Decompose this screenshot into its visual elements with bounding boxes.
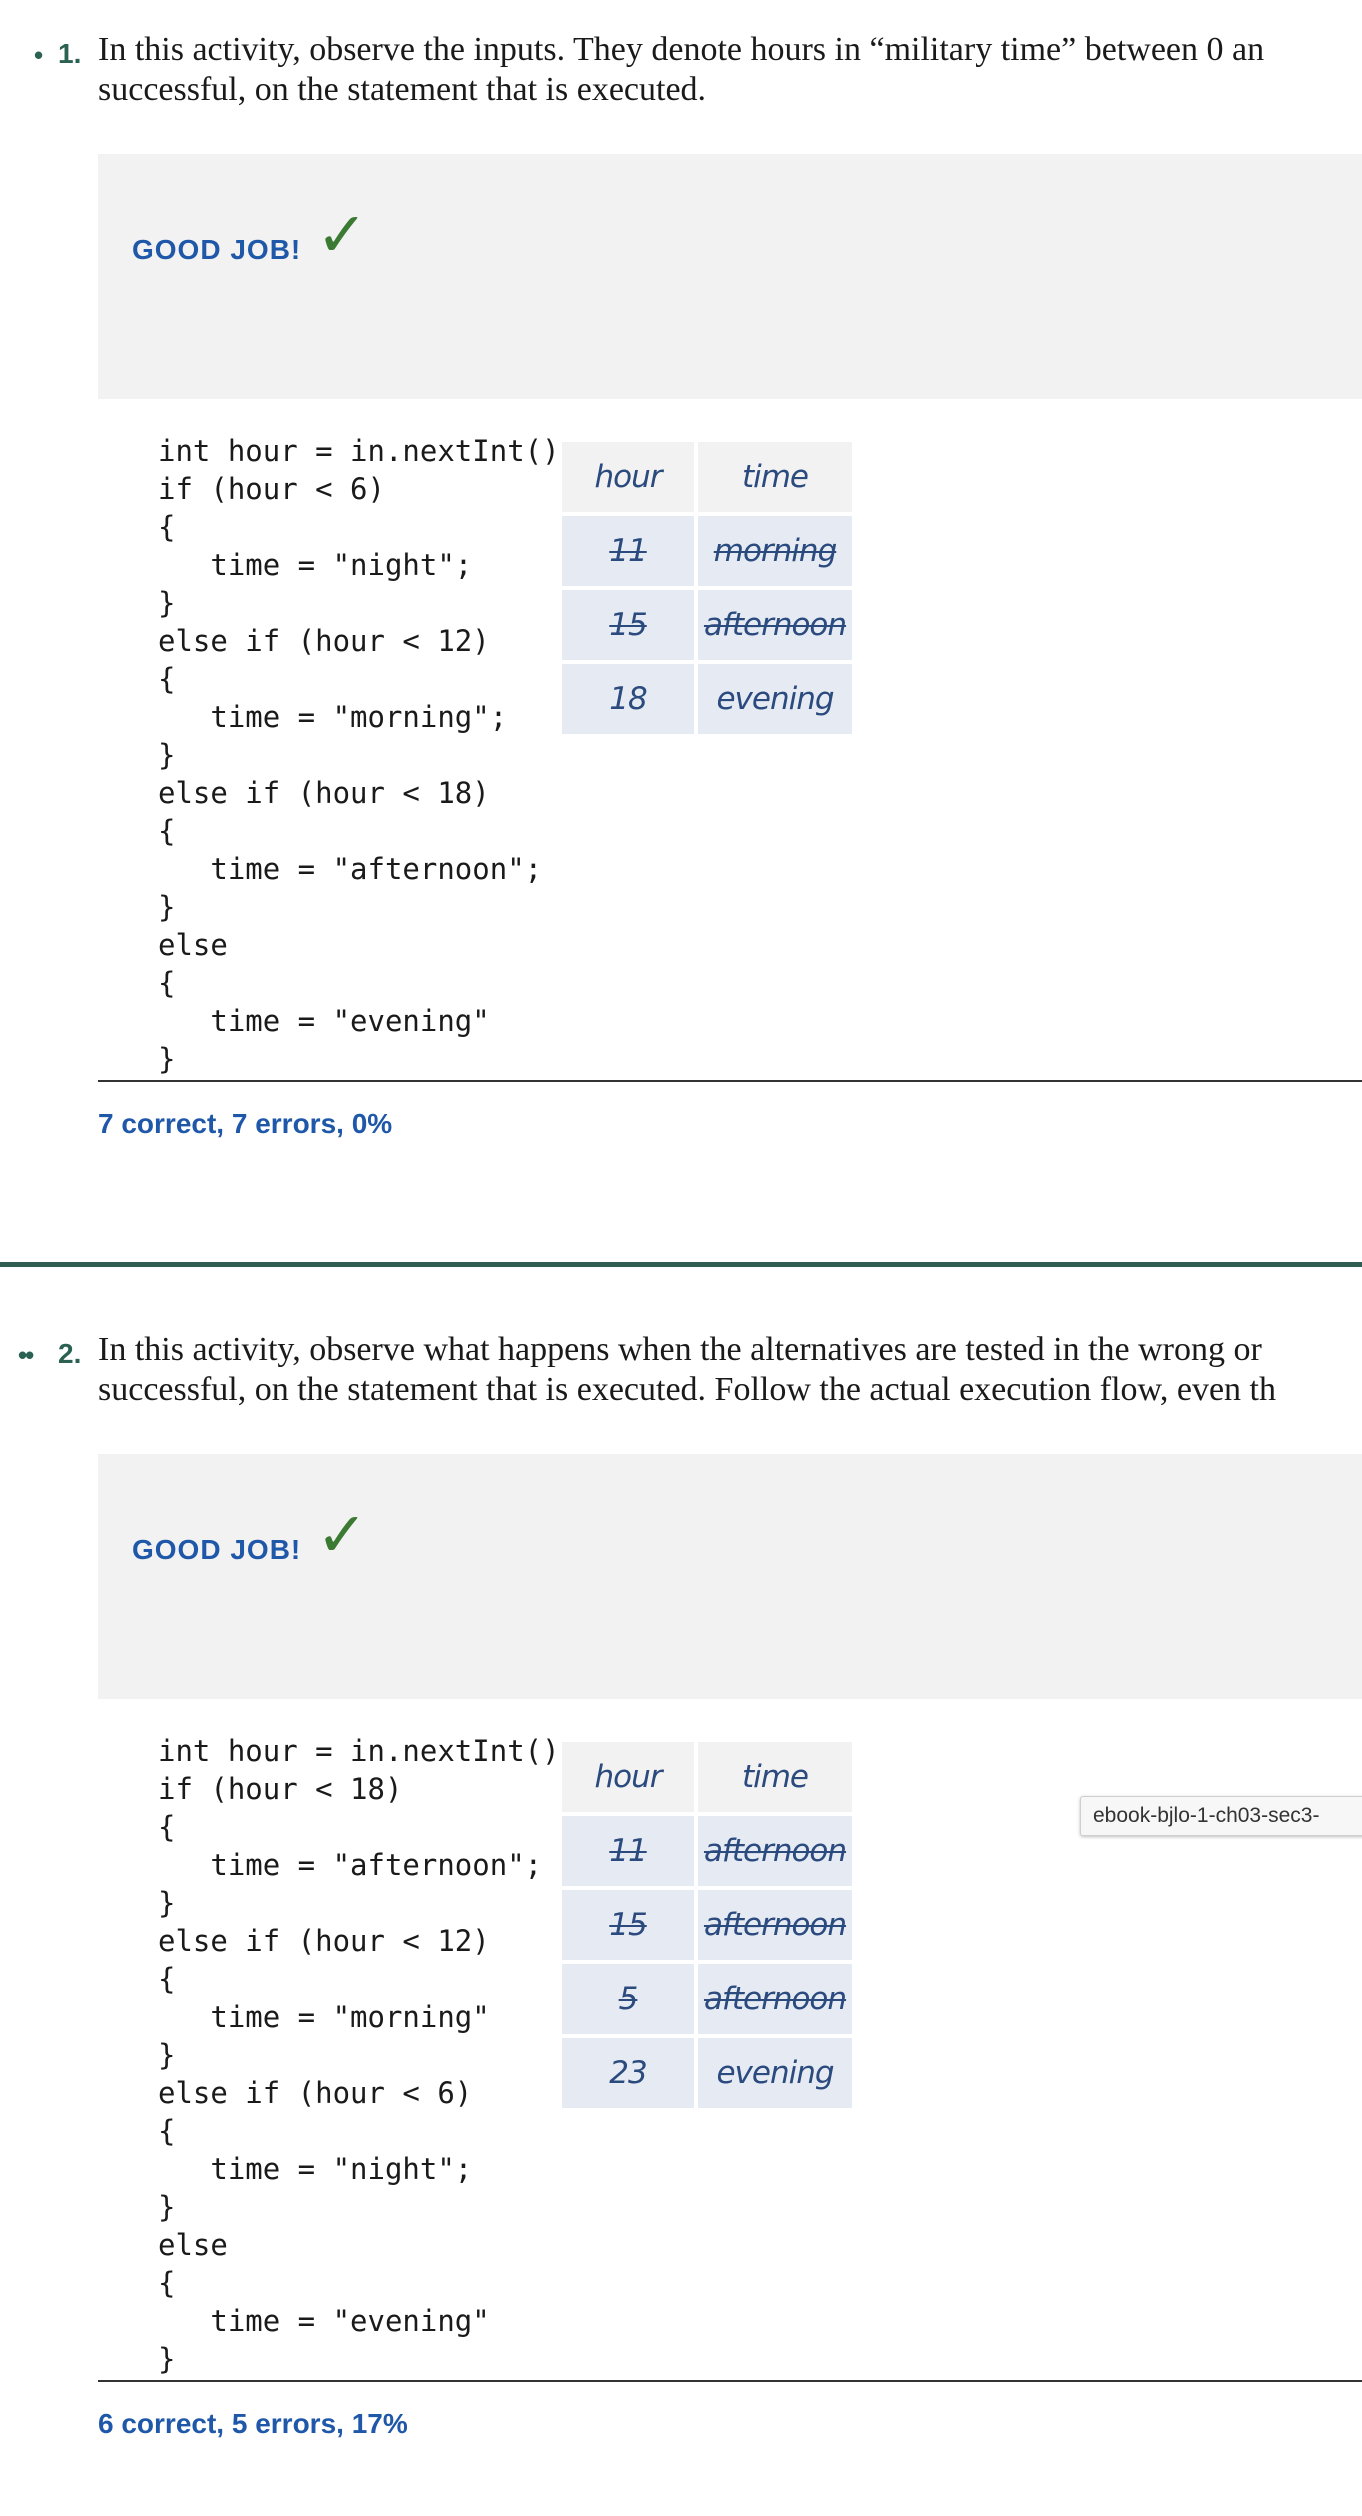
checkmark-icon: ✓ (316, 1498, 368, 1571)
section-divider (0, 1262, 1362, 1267)
code-line: time = "afternoon"; (158, 1848, 543, 1882)
trace-row: 11 afternoon (562, 1816, 852, 1886)
time-cell[interactable]: morning (698, 516, 852, 586)
code-line: { (158, 662, 176, 696)
trace-header-row: hour time (562, 442, 852, 512)
code-line: int hour = in.nextInt(); (158, 434, 578, 468)
code-line: { (158, 1962, 176, 1996)
code-line: time = "morning"; (158, 700, 508, 734)
column-header-hour: hour (562, 1742, 694, 1812)
question-number: 1. (58, 38, 82, 69)
code-line: { (158, 510, 176, 544)
code-line: } (158, 2190, 176, 2224)
time-cell[interactable]: evening (698, 664, 852, 734)
code-line: int hour = in.nextInt(); (158, 1734, 578, 1768)
trace-row: 18 evening (562, 664, 852, 734)
code-line: else (158, 928, 228, 962)
time-cell[interactable]: afternoon (698, 1964, 852, 2034)
trace-row: 23 evening (562, 2038, 852, 2108)
code-line: if (hour < 18) (158, 1772, 403, 1806)
code-line: { (158, 2114, 176, 2148)
question-line: In this activity, observe what happens w… (98, 1331, 1262, 1368)
hour-cell[interactable]: 18 (562, 664, 694, 734)
code-line: time = "night"; (158, 548, 473, 582)
code-block: int hour = in.nextInt(); if (hour < 18){ … (158, 1732, 577, 2378)
hour-cell[interactable]: 11 (562, 516, 694, 586)
code-line: } (158, 2038, 176, 2072)
trace-table: hour time 11 morning 15 afternoon 18 eve… (558, 438, 856, 738)
code-line: else if (hour < 18) (158, 776, 490, 810)
code-divider (98, 1080, 1362, 1082)
feedback-message: GOOD JOB! (132, 1534, 302, 1565)
hour-cell[interactable]: 15 (562, 1890, 694, 1960)
trace-row: 11 morning (562, 516, 852, 586)
code-line: else if (hour < 12) (158, 1924, 490, 1958)
trace-header-row: hour time (562, 1742, 852, 1812)
question-text: In this activity, observe what happens w… (98, 1330, 1362, 1410)
activity-bullet: • (34, 40, 44, 70)
trace-row: 15 afternoon (562, 1890, 852, 1960)
code-block: int hour = in.nextInt(); if (hour < 6) { t… (158, 432, 577, 1078)
code-line: else (158, 2228, 228, 2262)
checkmark-icon: ✓ (316, 198, 368, 271)
code-line: } (158, 586, 176, 620)
feedback-message: GOOD JOB! (132, 234, 302, 265)
code-line: } (158, 890, 176, 924)
code-line: time = "afternoon"; (158, 852, 543, 886)
trace-row: 5 afternoon (562, 1964, 852, 2034)
time-cell[interactable]: afternoon (698, 1890, 852, 1960)
hour-cell[interactable]: 23 (562, 2038, 694, 2108)
code-line: { (158, 1810, 176, 1844)
column-header-time: time (698, 442, 852, 512)
activity-bullet: •• (18, 1340, 34, 1370)
code-line: } (158, 2342, 176, 2376)
code-line: } (158, 1886, 176, 1920)
code-line: time = "evening" (158, 2304, 490, 2338)
code-line: time = "morning" (158, 2000, 490, 2034)
question-number: 2. (58, 1338, 82, 1369)
hour-cell[interactable]: 15 (562, 590, 694, 660)
code-line: if (hour < 6) (158, 472, 385, 506)
code-line: } (158, 1042, 176, 1076)
code-line: { (158, 814, 176, 848)
code-line: time = "night"; (158, 2152, 473, 2186)
score-summary: 6 correct, 5 errors, 17% (98, 2408, 408, 2439)
hour-cell[interactable]: 5 (562, 1964, 694, 2034)
question-line: successful, on the statement that is exe… (98, 71, 707, 108)
hour-cell[interactable]: 11 (562, 1816, 694, 1886)
code-line: else if (hour < 6) (158, 2076, 473, 2110)
question-text: In this activity, observe the inputs. Th… (98, 30, 1362, 110)
feedback-panel: GOOD JOB! ✓ (98, 154, 1362, 399)
time-cell[interactable]: afternoon (698, 1816, 852, 1886)
score-summary: 7 correct, 7 errors, 0% (98, 1108, 393, 1139)
question-line: successful, on the statement that is exe… (98, 1371, 1276, 1408)
trace-row: 15 afternoon (562, 590, 852, 660)
code-line: time = "evening" (158, 1004, 490, 1038)
time-cell[interactable]: afternoon (698, 590, 852, 660)
feedback-panel: GOOD JOB! ✓ (98, 1454, 1362, 1699)
column-header-time: time (698, 1742, 852, 1812)
column-header-hour: hour (562, 442, 694, 512)
code-line: { (158, 2266, 176, 2300)
code-divider (98, 2380, 1362, 2382)
code-line: } (158, 738, 176, 772)
code-line: { (158, 966, 176, 1000)
element-id-tooltip: ebook-bjlo-1-ch03-sec3- (1080, 1796, 1362, 1836)
code-line: else if (hour < 12) (158, 624, 490, 658)
time-cell[interactable]: evening (698, 2038, 852, 2108)
trace-table: hour time 11 afternoon 15 afternoon 5 af… (558, 1738, 856, 2112)
question-line: In this activity, observe the inputs. Th… (98, 31, 1265, 68)
